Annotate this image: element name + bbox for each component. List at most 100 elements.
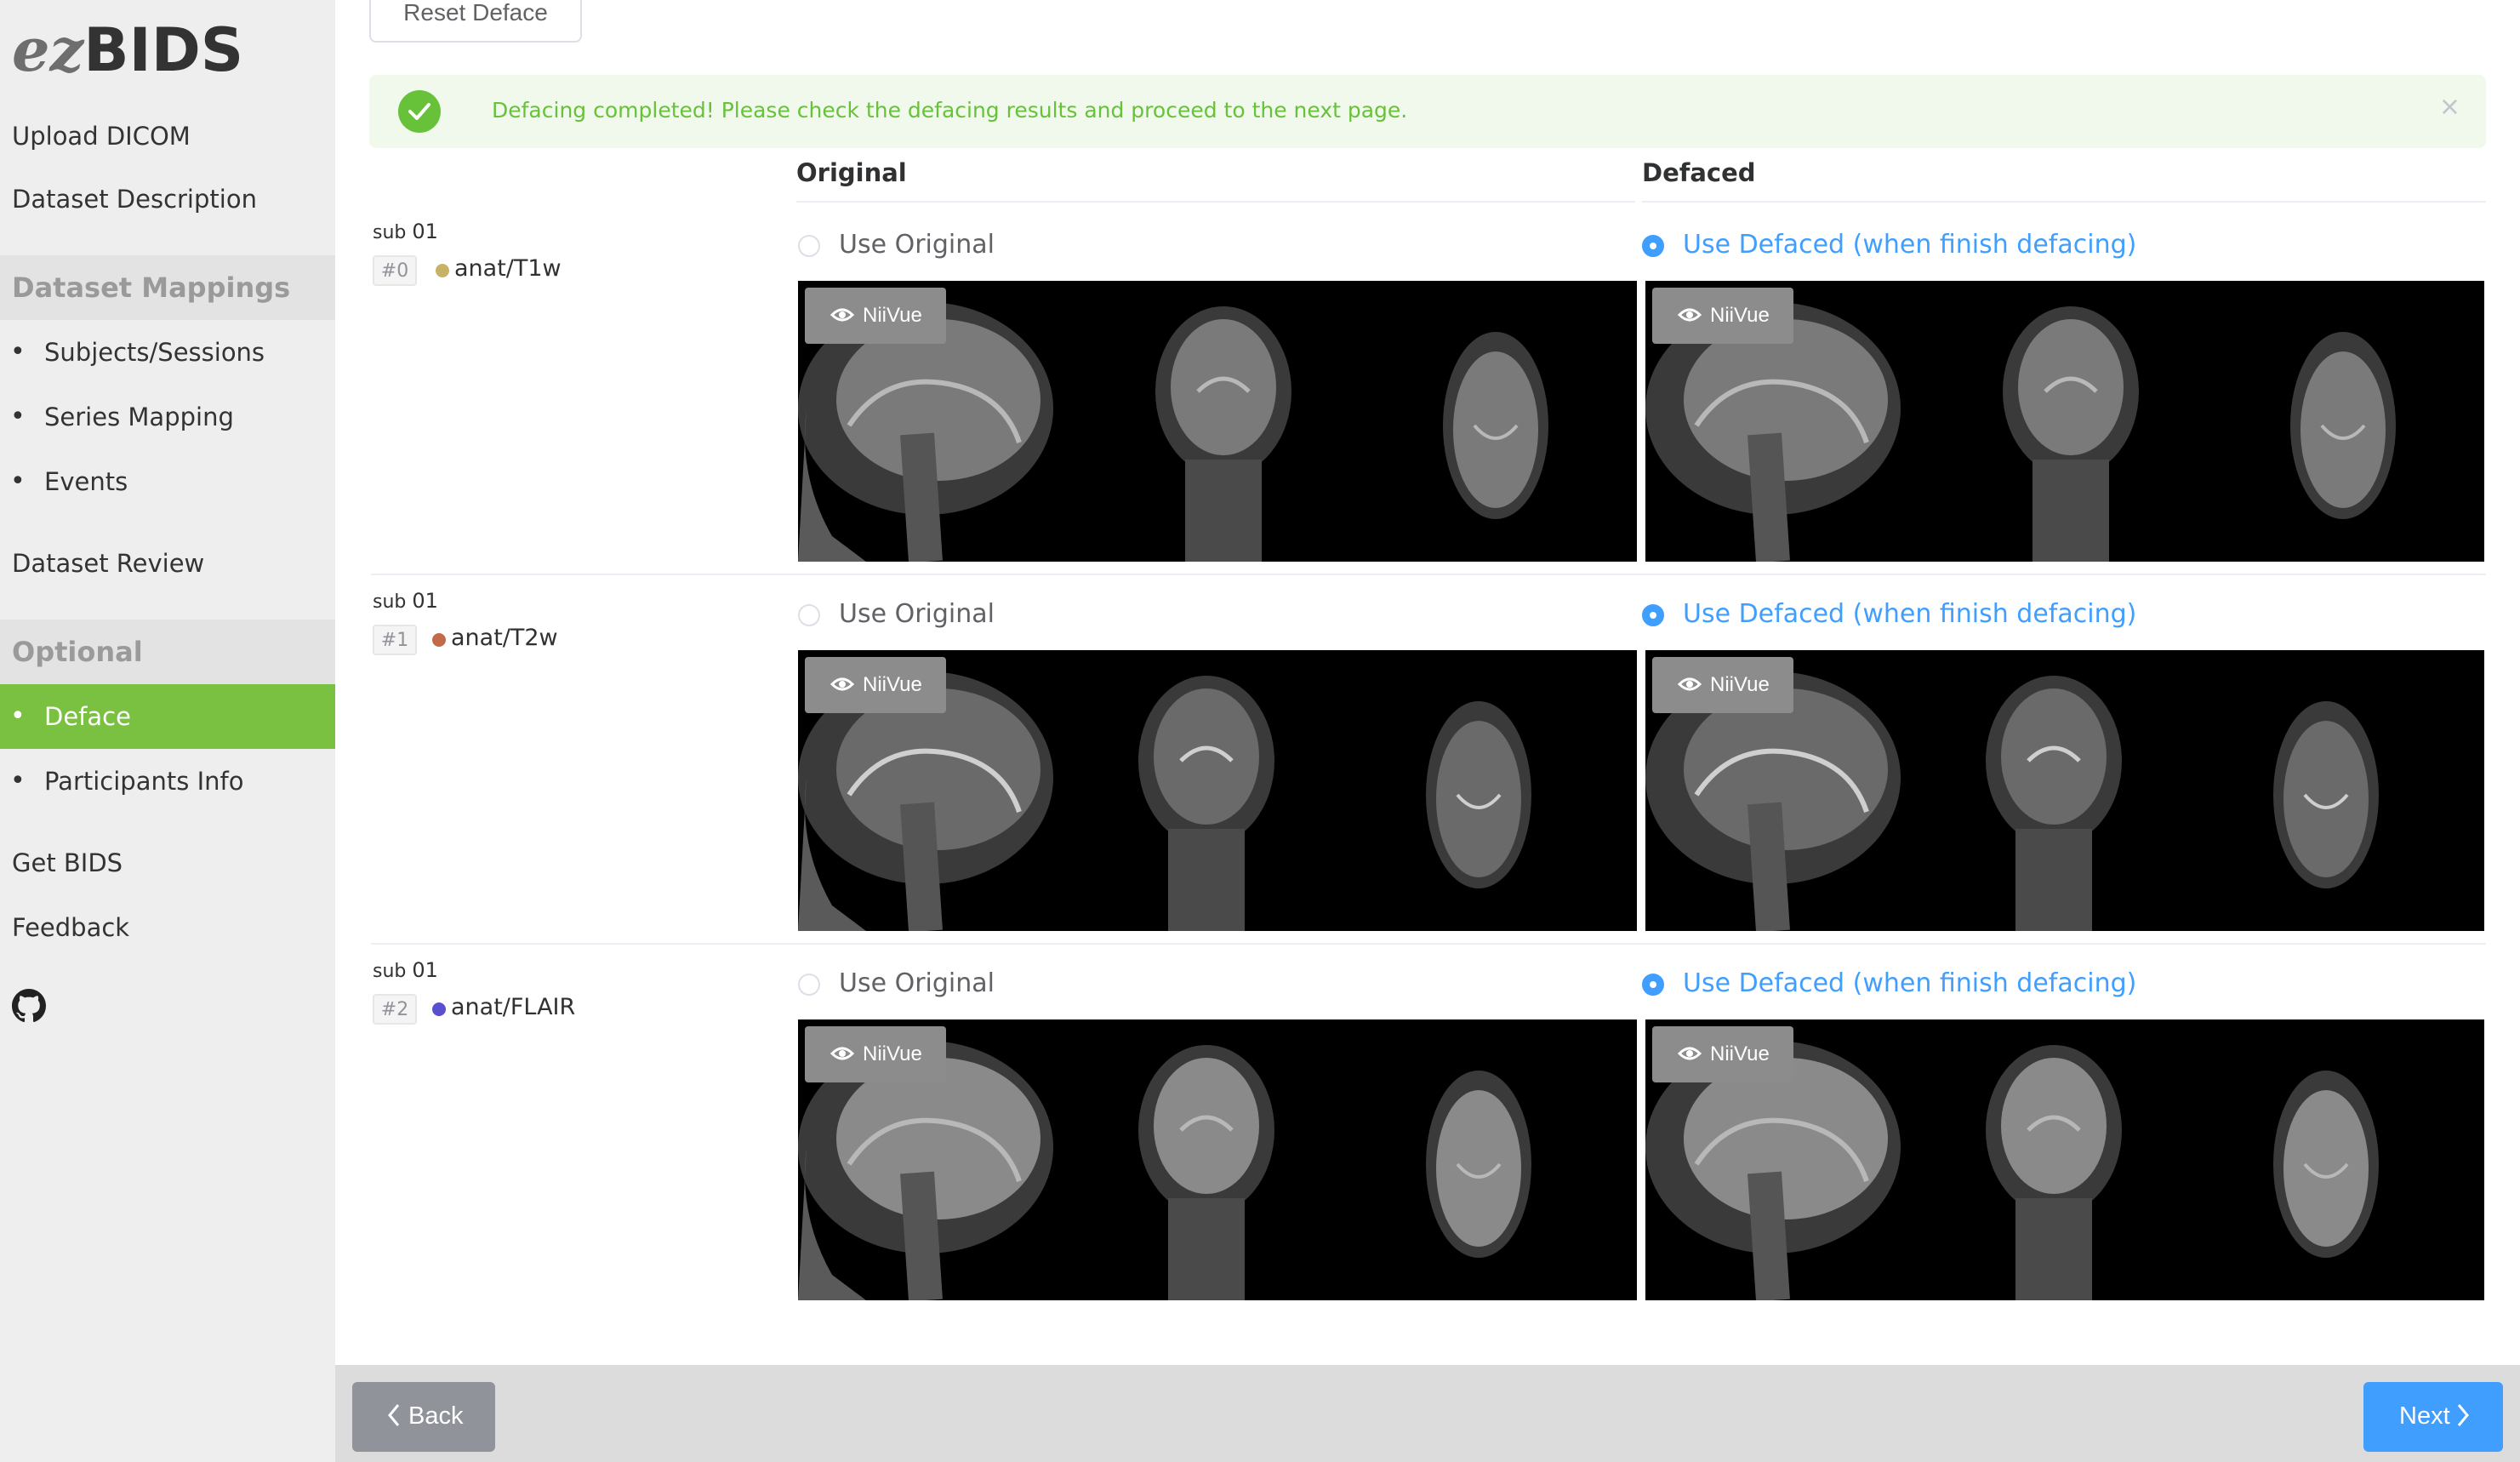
niivue-button-label: NiiVue <box>1710 673 1770 696</box>
niivue-button-label: NiiVue <box>863 1042 922 1065</box>
eye-icon <box>1678 677 1702 691</box>
bullet-icon: • <box>10 766 26 796</box>
sidebar-item-upload-dicom[interactable]: Upload DICOM <box>0 104 335 168</box>
sidebar-section-dataset-mappings: Dataset Mappings <box>0 255 335 320</box>
niivue-button[interactable]: NiiVue <box>805 288 946 344</box>
check-circle-icon <box>398 90 441 133</box>
bullet-icon: • <box>10 701 26 731</box>
use-defaced-label: Use Defaced (when finish defacing) <box>1683 230 2137 260</box>
radio-circle[interactable] <box>1642 604 1664 626</box>
radio-circle[interactable] <box>798 974 820 996</box>
series-index-badge: #1 <box>373 625 417 655</box>
sidebar-item-get-bids[interactable]: Get BIDS <box>0 831 335 895</box>
use-original-label: Use Original <box>839 599 995 629</box>
radio-circle[interactable] <box>798 604 820 626</box>
datatype-label: anat/T2w <box>451 625 558 651</box>
radio-circle[interactable] <box>798 235 820 257</box>
subject-prefix: sub <box>373 961 407 982</box>
axial-slice <box>1426 1071 1531 1258</box>
radio-circle[interactable] <box>1642 235 1664 257</box>
reset-deface-button[interactable]: Reset Deface <box>369 0 582 43</box>
datatype-color-dot <box>432 633 446 647</box>
next-button[interactable]: Next <box>2363 1382 2503 1452</box>
sidebar-item-participants-info[interactable]: • Participants Info <box>0 749 335 814</box>
niivue-button-label: NiiVue <box>1710 304 1770 327</box>
app-logo[interactable]: ezBIDS <box>12 12 243 89</box>
sidebar-item-subjects-sessions[interactable]: • Subjects/Sessions <box>0 320 335 385</box>
sidebar-item-dataset-description[interactable]: Dataset Description <box>0 167 335 231</box>
logo-bids: BIDS <box>83 15 244 85</box>
sidebar-item-feedback[interactable]: Feedback <box>0 895 335 960</box>
defaced-preview-image: NiiVue <box>1645 1019 2484 1300</box>
niivue-button[interactable]: NiiVue <box>805 1026 946 1082</box>
subject-label: sub 01 <box>373 220 438 243</box>
sidebar-item-events[interactable]: • Events <box>0 449 335 514</box>
eye-icon <box>1678 308 1702 322</box>
niivue-button[interactable]: NiiVue <box>1652 1026 1793 1082</box>
footer-bar: Back Next <box>335 1365 2520 1462</box>
original-preview-image: NiiVue <box>798 650 1637 931</box>
sidebar-item-dataset-review[interactable]: Dataset Review <box>0 531 335 596</box>
axial-slice <box>2273 701 2379 888</box>
logo-ez: ez <box>12 14 84 85</box>
defaced-preview-image: NiiVue <box>1645 281 2484 562</box>
main-content: Reset Deface Defacing completed! Please … <box>335 0 2520 1462</box>
niivue-button[interactable]: NiiVue <box>1652 288 1793 344</box>
sidebar-item-label: Subjects/Sessions <box>44 338 265 367</box>
column-header-defaced: Defaced <box>1642 158 1756 187</box>
use-original-label: Use Original <box>839 968 995 998</box>
use-original-label: Use Original <box>839 230 995 260</box>
subject-label: sub 01 <box>373 589 438 613</box>
sidebar-item-label: Participants Info <box>44 767 244 796</box>
defaced-preview-image: NiiVue <box>1645 650 2484 931</box>
back-button-label: Back <box>408 1402 464 1430</box>
axial-slice <box>2290 332 2396 519</box>
sidebar-item-label: Deface <box>44 702 131 731</box>
sidebar-item-deface[interactable]: • Deface <box>0 684 335 749</box>
niivue-button-label: NiiVue <box>863 673 922 696</box>
column-header-original: Original <box>796 158 907 187</box>
row-divider <box>371 943 2486 945</box>
subject-id: 01 <box>412 589 438 613</box>
sidebar-item-series-mapping[interactable]: • Series Mapping <box>0 385 335 449</box>
radio-circle[interactable] <box>1642 974 1664 996</box>
datatype-color-dot <box>436 264 449 277</box>
datatype-label: anat/T1w <box>454 255 562 282</box>
coronal-slice <box>1986 1045 2122 1300</box>
success-alert: Defacing completed! Please check the def… <box>369 75 2486 148</box>
niivue-button-label: NiiVue <box>1710 1042 1770 1065</box>
chevron-left-icon <box>388 1404 400 1426</box>
datatype-label: anat/FLAIR <box>451 994 576 1020</box>
coronal-slice <box>1138 676 1274 931</box>
sidebar-item-label: Events <box>44 467 128 496</box>
sidebar-item-label: Series Mapping <box>44 403 234 431</box>
coronal-slice <box>1986 676 2122 931</box>
series-index-badge: #0 <box>373 255 417 286</box>
sidebar-section-optional: Optional <box>0 620 335 684</box>
use-defaced-label: Use Defaced (when finish defacing) <box>1683 968 2137 998</box>
bullet-icon: • <box>10 466 26 496</box>
original-preview-image: NiiVue <box>798 1019 1637 1300</box>
coronal-slice <box>2003 306 2139 562</box>
niivue-button[interactable]: NiiVue <box>805 657 946 713</box>
divider <box>1642 201 2486 203</box>
chevron-right-icon <box>2457 1404 2469 1426</box>
series-index-badge: #2 <box>373 994 417 1025</box>
axial-slice <box>1443 332 1548 519</box>
eye-icon <box>830 677 854 691</box>
bullet-icon: • <box>10 402 26 431</box>
original-preview-image: NiiVue <box>798 281 1637 562</box>
close-icon[interactable]: × <box>2439 92 2460 122</box>
eye-icon <box>1678 1047 1702 1060</box>
niivue-button-label: NiiVue <box>863 304 922 327</box>
bullet-icon: • <box>10 337 26 367</box>
back-button[interactable]: Back <box>352 1382 495 1452</box>
niivue-button[interactable]: NiiVue <box>1652 657 1793 713</box>
eye-icon <box>830 308 854 322</box>
subject-id: 01 <box>412 958 438 982</box>
coronal-slice <box>1155 306 1291 562</box>
subject-prefix: sub <box>373 591 407 613</box>
github-icon[interactable] <box>12 989 46 1023</box>
divider <box>796 201 1635 203</box>
axial-slice <box>2273 1071 2379 1258</box>
